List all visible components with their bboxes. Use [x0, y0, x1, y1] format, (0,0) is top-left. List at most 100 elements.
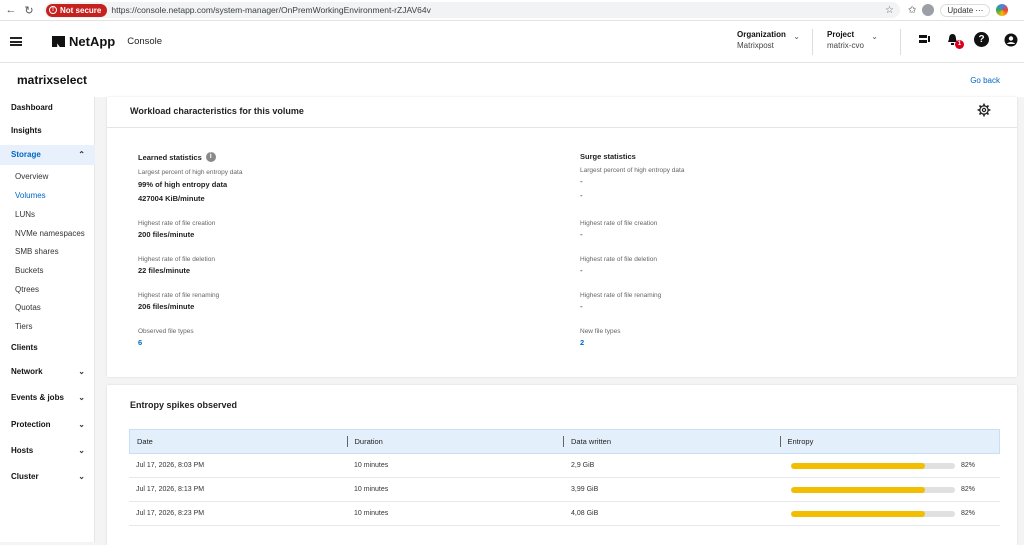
- cell-entropy: 82%: [781, 462, 1000, 469]
- stat-value: -: [580, 302, 583, 311]
- sidebar-item-dashboard[interactable]: Dashboard: [0, 101, 95, 115]
- sidebar: Dashboard Insights Storage ⌃ Overview Vo…: [0, 97, 95, 542]
- workload-card: Workload characteristics for this volume…: [107, 97, 1017, 377]
- sidebar-item-buckets[interactable]: Buckets: [0, 264, 95, 278]
- table-row[interactable]: Jul 17, 2026, 8:03 PM 10 minutes 2,9 GiB…: [129, 454, 1000, 478]
- sidebar-item-tiers[interactable]: Tiers: [0, 320, 95, 334]
- notification-badge: 1: [955, 40, 964, 49]
- menu-icon[interactable]: [10, 37, 22, 46]
- column-header-entropy[interactable]: Entropy: [781, 429, 1000, 454]
- sidebar-item-overview[interactable]: Overview: [0, 170, 95, 184]
- table-header: Date Duration Data written Entropy: [129, 429, 1000, 454]
- bell-icon[interactable]: 1: [945, 32, 964, 49]
- stat-label: Largest percent of high entropy data: [580, 167, 685, 174]
- entropy-percent: 82%: [961, 510, 976, 517]
- table-row[interactable]: Jul 17, 2026, 8:23 PM 10 minutes 4,08 Gi…: [129, 502, 1000, 526]
- cell-entropy: 82%: [781, 510, 1000, 517]
- column-label: Entropy: [787, 437, 814, 446]
- stat-label: Highest rate of file renaming: [138, 292, 220, 299]
- entropy-spikes-title: Entropy spikes observed: [130, 400, 238, 410]
- gemini-icon[interactable]: [996, 4, 1009, 16]
- cell-date: Jul 17, 2026, 8:13 PM: [136, 486, 205, 493]
- learned-statistics: Learned statistics i: [138, 152, 216, 162]
- sidebar-item-label: Storage: [11, 150, 41, 159]
- sidebar-item-insights[interactable]: Insights: [0, 124, 95, 138]
- organization-selector[interactable]: Organization Matrixpost ⌄: [737, 29, 800, 51]
- observed-file-types-link[interactable]: 6: [138, 338, 142, 347]
- chevron-down-icon: ⌄: [78, 393, 85, 402]
- chevron-down-icon: ⌄: [78, 420, 85, 429]
- learned-heading-text: Learned statistics: [138, 152, 202, 162]
- header-divider: [900, 29, 901, 55]
- help-icon[interactable]: ?: [974, 32, 989, 47]
- sidebar-item-storage[interactable]: Storage ⌃: [0, 145, 95, 165]
- column-label: Data written: [571, 437, 612, 446]
- sidebar-item-events-jobs[interactable]: Events & jobs ⌄: [0, 391, 95, 405]
- sidebar-item-smb-shares[interactable]: SMB shares: [0, 245, 95, 259]
- sidebar-item-label: Network: [11, 367, 43, 376]
- sidebar-item-luns[interactable]: LUNs: [0, 208, 95, 222]
- stat-value: 427004 KiB/minute: [138, 194, 205, 203]
- main-content: Workload characteristics for this volume…: [95, 97, 1024, 545]
- sidebar-item-qtrees[interactable]: Qtrees: [0, 283, 95, 297]
- chevron-down-icon: ⌄: [78, 367, 85, 376]
- stat-value: 206 files/minute: [138, 302, 195, 311]
- entropy-percent: 82%: [961, 486, 976, 493]
- stat-label: Highest rate of file creation: [580, 220, 658, 227]
- cell-data-written: 2,9 GiB: [571, 462, 595, 469]
- page-title: matrixselect: [17, 73, 88, 87]
- netapp-logo[interactable]: NetApp: [52, 34, 115, 49]
- stat-label: Largest percent of high entropy data: [138, 169, 243, 176]
- new-file-types-link[interactable]: 2: [580, 338, 584, 347]
- column-label: Date: [137, 437, 153, 446]
- entropy-bar: [791, 462, 955, 469]
- column-header-duration[interactable]: Duration: [348, 429, 564, 454]
- not-secure-badge[interactable]: ! Not secure: [46, 3, 108, 17]
- project-selector[interactable]: Project matrix-cvo ⌄: [827, 29, 878, 51]
- update-button[interactable]: Update ⋯: [940, 3, 991, 17]
- brand-name: NetApp: [69, 34, 116, 49]
- sidebar-item-nvme-namespaces[interactable]: NVMe namespaces: [0, 227, 95, 241]
- column-header-date[interactable]: Date: [130, 429, 348, 454]
- sidebar-item-quotas[interactable]: Quotas: [0, 301, 95, 315]
- organization-label: Organization: [737, 30, 786, 39]
- user-icon[interactable]: [1003, 32, 1018, 47]
- stat-label: New file types: [580, 328, 621, 335]
- column-header-data-written[interactable]: Data written: [564, 429, 781, 454]
- learned-statistics-heading: Learned statistics i: [138, 152, 216, 162]
- address-bar[interactable]: ! Not secure https://console.netapp.com/…: [44, 2, 900, 18]
- entropy-percent: 82%: [961, 462, 976, 469]
- go-back-link[interactable]: Go back: [970, 76, 1000, 85]
- stat-label: Highest rate of file creation: [138, 220, 216, 227]
- info-icon[interactable]: i: [205, 152, 216, 162]
- workloads-icon[interactable]: [916, 32, 931, 47]
- sidebar-item-label: Hosts: [11, 446, 34, 455]
- workload-card-title: Workload characteristics for this volume: [130, 106, 304, 116]
- entropy-spikes-table: Date Duration Data written Entropy Jul 1…: [129, 429, 1000, 526]
- cell-duration: 10 minutes: [354, 510, 389, 517]
- sidebar-item-hosts[interactable]: Hosts ⌄: [0, 444, 95, 458]
- stat-value: 200 files/minute: [138, 230, 195, 239]
- star-icon[interactable]: ☆: [885, 5, 894, 16]
- update-label: Update: [947, 5, 974, 15]
- profile-avatar[interactable]: [922, 4, 935, 16]
- sidebar-item-network[interactable]: Network ⌄: [0, 365, 95, 379]
- sidebar-item-volumes[interactable]: Volumes: [0, 189, 95, 203]
- url-text[interactable]: https://console.netapp.com/system-manage…: [111, 5, 431, 15]
- gear-icon[interactable]: [977, 103, 991, 117]
- column-label: Duration: [354, 437, 383, 446]
- sidebar-item-cluster[interactable]: Cluster ⌄: [0, 470, 95, 484]
- sidebar-item-protection[interactable]: Protection ⌄: [0, 418, 95, 432]
- reload-icon[interactable]: ↻: [22, 3, 36, 17]
- back-arrow-icon[interactable]: ←: [4, 3, 18, 17]
- sidebar-item-clients[interactable]: Clients: [0, 341, 95, 355]
- entropy-bar: [791, 486, 955, 493]
- chevron-down-icon: ⌄: [793, 32, 800, 41]
- chevron-down-icon: ⌄: [78, 472, 85, 481]
- cell-data-written: 3,99 GiB: [571, 486, 599, 493]
- entropy-bar-fill: [791, 486, 926, 493]
- organization-value: Matrixpost: [737, 41, 774, 50]
- table-row[interactable]: Jul 17, 2026, 8:13 PM 10 minutes 3,99 Gi…: [129, 478, 1000, 502]
- favorites-icon[interactable]: ✩: [908, 5, 916, 16]
- warning-icon: !: [49, 6, 57, 14]
